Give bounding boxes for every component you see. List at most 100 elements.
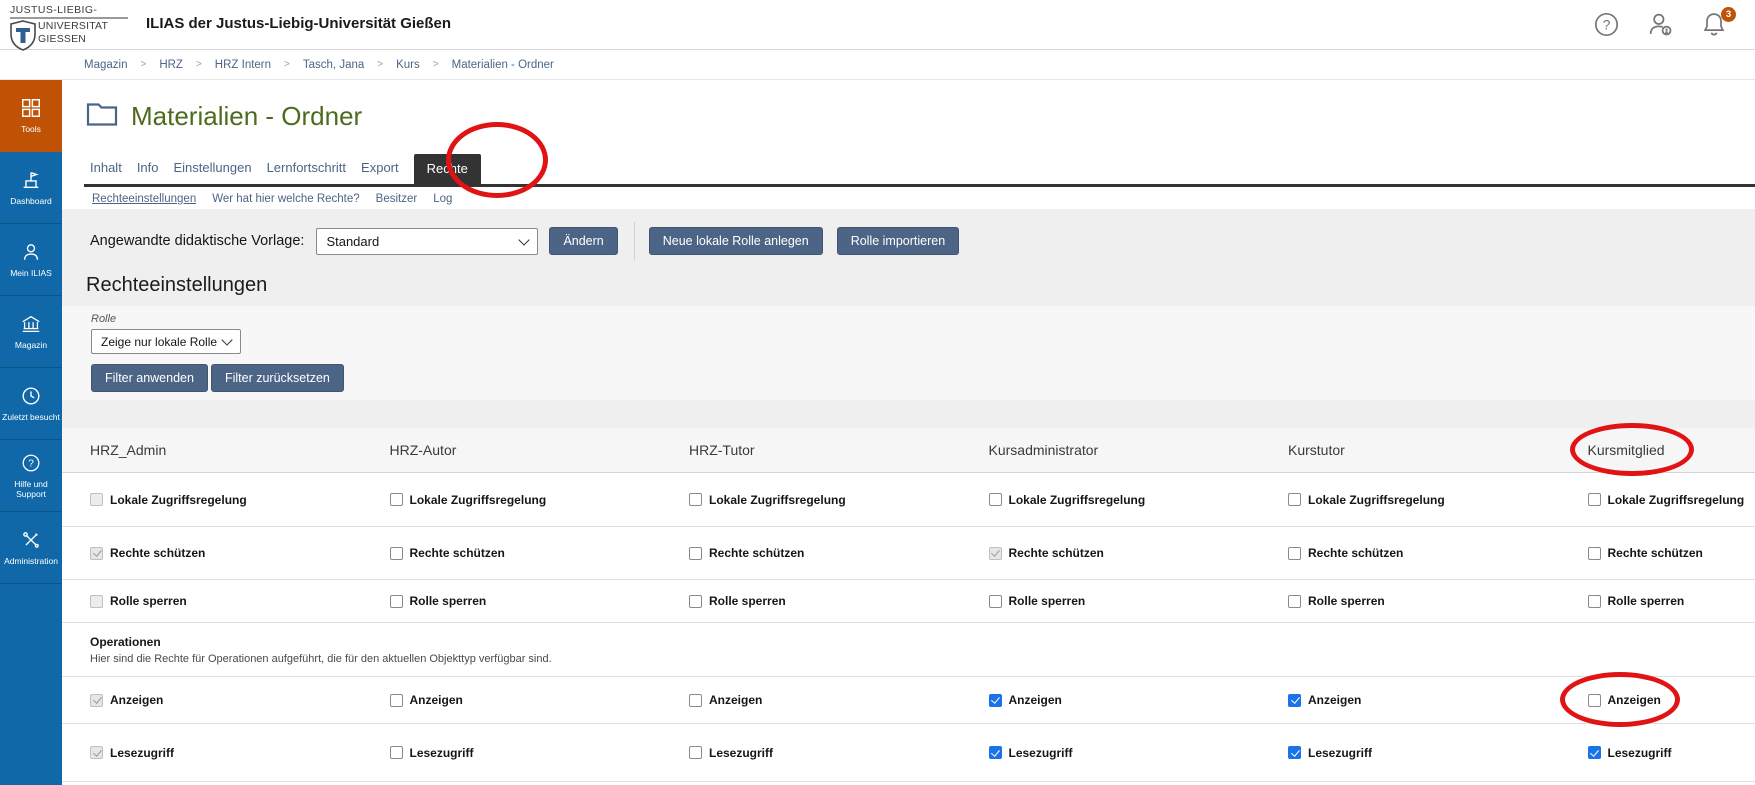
permission-label: Anzeigen: [1009, 693, 1062, 707]
new-local-role-button[interactable]: Neue lokale Rolle anlegen: [649, 227, 823, 255]
checkbox-rechte-schützen-kursmitglied[interactable]: [1588, 547, 1601, 560]
reset-filter-button[interactable]: Filter zurücksetzen: [211, 364, 344, 392]
sidebar-item-dashboard[interactable]: Dashboard: [0, 152, 62, 224]
permission-cell: Rechte schützen: [689, 546, 989, 560]
sidebar-item-label: Tools: [21, 124, 41, 134]
subtab-log[interactable]: Log: [433, 193, 452, 205]
change-template-button[interactable]: Ändern: [549, 227, 617, 255]
permission-label: Anzeigen: [1308, 693, 1361, 707]
permission-cell: Rechte schützen: [1588, 546, 1755, 560]
permission-label: Anzeigen: [709, 693, 762, 707]
permission-cell: Lesezugriff: [90, 746, 390, 760]
sidebar-item-tools[interactable]: Tools: [0, 80, 62, 152]
checkbox-lesezugriff-kurstutor[interactable]: [1288, 746, 1301, 759]
section-row-description: Hier sind die Rechte für Operationen auf…: [90, 653, 1755, 665]
sidebar-item-zuletzt-besucht[interactable]: Zuletzt besucht: [0, 368, 62, 440]
permission-cell: Rolle sperren: [390, 594, 690, 608]
permission-cell: Lesezugriff: [1588, 746, 1755, 760]
page-head: Materialien - Ordner: [86, 100, 362, 132]
checkbox-lokale-zugriffsregelung-hrz-tutor[interactable]: [689, 493, 702, 506]
breadcrumb-item-magazin[interactable]: Magazin: [84, 59, 127, 71]
tab-einstellungen[interactable]: Einstellungen: [174, 160, 252, 184]
section-title: Rechteeinstellungen: [86, 274, 267, 297]
sidebar-item-magazin[interactable]: Magazin: [0, 296, 62, 368]
checkbox-anzeigen-hrz-tutor[interactable]: [689, 694, 702, 707]
tab-info[interactable]: Info: [137, 160, 159, 184]
permission-label: Anzeigen: [1608, 693, 1661, 707]
permission-cell: Anzeigen: [1288, 693, 1588, 707]
checkbox-anzeigen-hrz-autor[interactable]: [390, 694, 403, 707]
breadcrumb-item-kurs[interactable]: Kurs: [396, 59, 420, 71]
checkbox-lokale-zugriffsregelung-kursadministrator[interactable]: [989, 493, 1002, 506]
top-bar: JUSTUS-LIEBIG- UNIVERSITAT GIESSEN ILIAS…: [0, 0, 1755, 50]
permission-label: Rechte schützen: [410, 546, 505, 560]
checkbox-lesezugriff-kursmitglied[interactable]: [1588, 746, 1601, 759]
subtab-wer-hat-hier-welche-rechte[interactable]: Wer hat hier welche Rechte?: [212, 193, 359, 205]
import-role-button[interactable]: Rolle importieren: [837, 227, 959, 255]
checkbox-rolle-sperren-hrz-tutor[interactable]: [689, 595, 702, 608]
breadcrumb-item-hrz-intern[interactable]: HRZ Intern: [215, 59, 271, 71]
clock-icon: [20, 385, 42, 407]
sidebar-item-mein-ilias[interactable]: Mein ILIAS: [0, 224, 62, 296]
didactic-template-row: Angewandte didaktische Vorlage: Standard…: [90, 222, 959, 260]
checkbox-rechte-schützen-hrz-tutor[interactable]: [689, 547, 702, 560]
sidebar-item-label: Dashboard: [10, 196, 52, 206]
checkbox-rechte-schützen-kursadministrator: [989, 547, 1002, 560]
subtab-rechteeinstellungen[interactable]: Rechteeinstellungen: [92, 193, 196, 205]
didactic-template-select[interactable]: Standard: [316, 228, 538, 255]
sidebar-item-hilfe-und-support[interactable]: ?Hilfe und Support: [0, 440, 62, 512]
tab-inhalt[interactable]: Inhalt: [90, 160, 122, 184]
permission-cell: Lokale Zugriffsregelung: [390, 493, 690, 507]
checkbox-rolle-sperren-kurstutor[interactable]: [1288, 595, 1301, 608]
permission-cell: Anzeigen: [1588, 693, 1755, 707]
permission-label: Lokale Zugriffsregelung: [110, 493, 247, 507]
sidebar-item-label: Administration: [4, 556, 58, 566]
sidebar-item-label: Zuletzt besucht: [2, 412, 60, 422]
tab-rechte[interactable]: Rechte: [414, 154, 481, 184]
checkbox-lokale-zugriffsregelung-kurstutor[interactable]: [1288, 493, 1301, 506]
sidebar-item-administration[interactable]: Administration: [0, 512, 62, 584]
role-filter-select-value: Zeige nur lokale Rolle: [101, 335, 217, 349]
dashboard-icon: [20, 169, 42, 191]
university-logo: JUSTUS-LIEBIG- UNIVERSITAT GIESSEN: [10, 4, 140, 56]
checkbox-anzeigen-kurstutor[interactable]: [1288, 694, 1301, 707]
checkbox-lokale-zugriffsregelung-hrz-autor[interactable]: [390, 493, 403, 506]
user-menu-icon[interactable]: [1645, 9, 1675, 39]
permission-cell: Lesezugriff: [390, 746, 690, 760]
breadcrumb-item-hrz[interactable]: HRZ: [159, 59, 183, 71]
permission-cell: Lesezugriff: [689, 746, 989, 760]
ilias-app: JUSTUS-LIEBIG- UNIVERSITAT GIESSEN ILIAS…: [0, 0, 1755, 785]
breadcrumb-item-tasch-jana[interactable]: Tasch, Jana: [303, 59, 364, 71]
notification-count-badge[interactable]: 3: [1721, 7, 1736, 22]
role-filter-select[interactable]: Zeige nur lokale Rolle: [91, 329, 241, 354]
permission-label: Anzeigen: [110, 693, 163, 707]
checkbox-lesezugriff-kursadministrator[interactable]: [989, 746, 1002, 759]
permission-label: Rolle sperren: [1308, 594, 1385, 608]
checkbox-lesezugriff-hrz-autor[interactable]: [390, 746, 403, 759]
checkbox-rolle-sperren-kursadministrator[interactable]: [989, 595, 1002, 608]
permission-cell: Rolle sperren: [689, 594, 989, 608]
checkbox-rolle-sperren-hrz-autor[interactable]: [390, 595, 403, 608]
subtab-besitzer[interactable]: Besitzer: [376, 193, 418, 205]
apply-filter-button[interactable]: Filter anwenden: [91, 364, 208, 392]
breadcrumb-separator: >: [140, 59, 146, 70]
checkbox-lesezugriff-hrz-tutor[interactable]: [689, 746, 702, 759]
checkbox-anzeigen-kursadministrator[interactable]: [989, 694, 1002, 707]
permission-label: Rolle sperren: [1608, 594, 1685, 608]
checkbox-anzeigen-kursmitglied[interactable]: [1588, 694, 1601, 707]
tab-export[interactable]: Export: [361, 160, 399, 184]
breadcrumb-separator: >: [377, 59, 383, 70]
checkbox-rechte-schützen-kurstutor[interactable]: [1288, 547, 1301, 560]
permission-label: Rolle sperren: [110, 594, 187, 608]
notifications-bell-icon[interactable]: 3: [1699, 9, 1729, 39]
chevron-down-icon: [221, 334, 232, 345]
tab-lernfortschritt[interactable]: Lernfortschritt: [267, 160, 346, 184]
permission-cell: Anzeigen: [989, 693, 1289, 707]
role-column-header-hrz-tutor: HRZ-Tutor: [689, 442, 989, 458]
help-icon[interactable]: ?: [1591, 9, 1621, 39]
breadcrumb: Magazin>HRZ>HRZ Intern>Tasch, Jana>Kurs>…: [0, 50, 1755, 80]
checkbox-rechte-schützen-hrz-autor[interactable]: [390, 547, 403, 560]
checkbox-rolle-sperren-kursmitglied[interactable]: [1588, 595, 1601, 608]
checkbox-lokale-zugriffsregelung-kursmitglied[interactable]: [1588, 493, 1601, 506]
breadcrumb-item-materialien-ordner[interactable]: Materialien - Ordner: [452, 59, 554, 71]
